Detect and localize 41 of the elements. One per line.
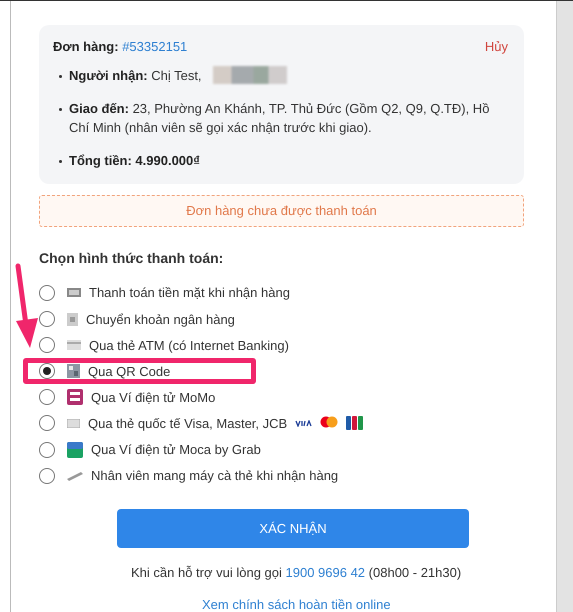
- confirm-button[interactable]: XÁC NHẬN: [117, 508, 469, 548]
- radio-button[interactable]: [39, 363, 55, 380]
- payment-option[interactable]: Qua Ví điện tử MoMo: [91, 390, 216, 405]
- support-text: Khi cần hỗ trợ vui lòng gọi 1900 9696 42 (08h00 - 21h30): [131, 565, 462, 580]
- mastercard-logo: [320, 416, 338, 430]
- payment-option[interactable]: Qua QR Code: [88, 364, 170, 379]
- momo-icon: [67, 389, 83, 406]
- order-link[interactable]: #53352151: [122, 39, 188, 54]
- payment-option[interactable]: Thanh toán tiền mặt khi nhận hàng: [89, 285, 290, 300]
- order-number: Đơn hàng: #53352151: [53, 39, 188, 54]
- order-total: Tổng tiền: 4.990.000₫: [69, 152, 200, 170]
- payment-option[interactable]: Nhân viên mang máy cà thẻ khi nhận hàng: [91, 468, 338, 484]
- payment-option[interactable]: Qua Ví điện tử Moca by Grab: [91, 442, 261, 458]
- refund-link[interactable]: Xem chính sách hoàn tiền online: [202, 597, 391, 612]
- moca-icon: [67, 442, 83, 458]
- card-icon: [67, 340, 81, 350]
- payment-heading: Chọn hình thức thanh toán:: [39, 250, 224, 266]
- qr-code-icon: [67, 364, 80, 378]
- radio-button[interactable]: [39, 284, 55, 301]
- card-machine-icon: [67, 470, 83, 481]
- phone-link[interactable]: 1900 9696 42: [286, 565, 366, 580]
- radio-button[interactable]: [39, 337, 55, 354]
- bullet-icon: [59, 108, 62, 111]
- cancel-link[interactable]: Hủy: [484, 39, 508, 54]
- radio-button[interactable]: [39, 442, 55, 458]
- bullet-icon: [59, 75, 62, 78]
- payment-status: Đơn hàng chưa được thanh toán: [39, 195, 524, 227]
- payment-option[interactable]: Qua thẻ quốc tế Visa, Master, JCB: [88, 416, 288, 431]
- radio-button[interactable]: [39, 311, 55, 327]
- radio-button[interactable]: [39, 389, 55, 406]
- cash-icon: [67, 288, 81, 298]
- order-detail: Giao đến: 23, Phường An Khánh, TP. Thủ Đức (Gồm Q2, Q9, Q.TĐ), Hồ Chí Minh (nhân viên sẽ gọi xác nhận trước khi giao).: [69, 100, 490, 137]
- order-detail: Người nhận: Chị Test,: [69, 67, 202, 85]
- jcb-logo: [346, 416, 364, 430]
- bullet-icon: [59, 160, 62, 163]
- radio-button[interactable]: [39, 415, 55, 432]
- payment-option[interactable]: Chuyển khoản ngân hàng: [86, 312, 235, 326]
- radio-button[interactable]: [39, 468, 55, 484]
- document-icon: [67, 312, 78, 326]
- payment-option[interactable]: Qua thẻ ATM (có Internet Banking): [89, 338, 289, 353]
- card-icon: [67, 418, 80, 428]
